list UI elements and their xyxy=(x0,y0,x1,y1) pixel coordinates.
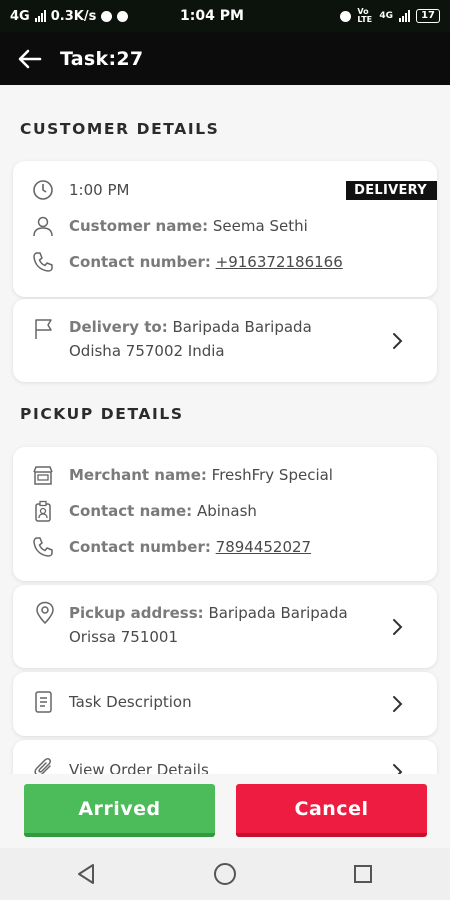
location-pin-icon xyxy=(33,601,57,629)
circle-home-icon xyxy=(214,863,236,885)
contact-name-value: Abinash xyxy=(196,502,257,520)
pickup-address: Pickup address: Baripada Baripada Orissa… xyxy=(69,601,348,649)
network-speed: 0.3K/s xyxy=(50,8,97,24)
delivery-address: Delivery to: Baripada Baripada Odisha 75… xyxy=(69,315,312,363)
customer-name-row: Customer name: Seema Sethi xyxy=(31,214,308,238)
volte-label: Vo LTE xyxy=(357,7,373,24)
customer-contact-label: Contact number: xyxy=(69,253,211,271)
signal-icon-2 xyxy=(399,10,411,22)
pickup-address-line2: Orissa 751001 xyxy=(69,628,178,646)
app-bar: Task:27 xyxy=(0,32,450,85)
delivery-line1: Baripada Baripada xyxy=(172,318,312,336)
flag-icon xyxy=(33,317,57,345)
document-icon xyxy=(33,690,55,718)
customer-section-title: CUSTOMER DETAILS xyxy=(20,120,220,138)
pickup-contact-row: Contact number: 7894452027 xyxy=(31,535,311,559)
chevron-right-icon xyxy=(393,333,403,349)
delivery-line2: Odisha 757002 India xyxy=(69,342,225,360)
clock-icon xyxy=(31,178,55,202)
pickup-address-label: Pickup address: xyxy=(69,604,204,622)
nav-home-button[interactable] xyxy=(211,860,239,888)
view-order-details-card[interactable]: View Order Details xyxy=(13,740,437,774)
cancel-button[interactable]: Cancel xyxy=(236,784,427,837)
triangle-back-icon xyxy=(78,864,94,884)
battery-icon: 17 xyxy=(416,9,440,23)
task-description-card[interactable]: Task Description xyxy=(13,672,437,736)
phone-icon xyxy=(31,250,55,274)
pickup-contact-label: Contact number: xyxy=(69,538,211,556)
delivery-badge: DELIVERY xyxy=(346,181,437,200)
customer-name-label: Customer name: xyxy=(69,217,209,235)
paperclip-icon xyxy=(33,756,55,774)
pickup-address-card[interactable]: Pickup address: Baripada Baripada Orissa… xyxy=(13,585,437,668)
info-icon xyxy=(117,10,129,22)
task-time: 1:00 PM xyxy=(69,181,130,199)
alarm-icon xyxy=(340,10,352,22)
merchant-value: FreshFry Special xyxy=(211,466,333,484)
merchant-row: Merchant name: FreshFry Special xyxy=(31,463,333,487)
chevron-right-icon xyxy=(393,764,403,774)
arrow-left-icon xyxy=(18,49,42,68)
network-type: 4G xyxy=(10,8,30,24)
task-details-content[interactable]: CUSTOMER DETAILS DELIVERY 1:00 PM Custom… xyxy=(0,85,450,774)
person-icon xyxy=(31,214,55,238)
status-time: 1:04 PM xyxy=(180,8,244,24)
contact-name-label: Contact name: xyxy=(69,502,193,520)
pickup-card: Merchant name: FreshFry Special Contact … xyxy=(13,447,437,581)
net-4g-label: 4G xyxy=(379,11,394,21)
pickup-address-line1: Baripada Baripada xyxy=(208,604,348,622)
chevron-right-icon xyxy=(393,696,403,712)
task-description-label: Task Description xyxy=(69,693,192,711)
pickup-phone-link[interactable]: 7894452027 xyxy=(216,538,311,556)
contact-name-row: Contact name: Abinash xyxy=(31,499,257,523)
pickup-section-title: PICKUP DETAILS xyxy=(20,405,184,423)
store-icon xyxy=(31,463,55,487)
id-badge-icon xyxy=(31,499,55,523)
view-order-details-label: View Order Details xyxy=(69,761,209,774)
customer-contact-row: Contact number: +916372186166 xyxy=(31,250,343,274)
delivery-address-card[interactable]: Delivery to: Baripada Baripada Odisha 75… xyxy=(13,299,437,382)
nav-back-button[interactable] xyxy=(72,860,100,888)
square-recents-icon xyxy=(354,865,372,883)
merchant-label: Merchant name: xyxy=(69,466,207,484)
task-time-row: 1:00 PM xyxy=(31,178,129,202)
customer-name-value: Seema Sethi xyxy=(212,217,308,235)
chevron-right-icon xyxy=(393,619,403,635)
system-nav-bar xyxy=(0,848,450,900)
customer-phone-link[interactable]: +916372186166 xyxy=(216,253,343,271)
signal-icon xyxy=(34,10,46,22)
delivery-label: Delivery to: xyxy=(69,318,168,336)
check-icon xyxy=(101,10,113,22)
page-title: Task:27 xyxy=(60,47,144,70)
action-bar: Arrived Cancel xyxy=(0,774,450,848)
nav-recents-button[interactable] xyxy=(349,860,377,888)
status-bar: 4G 0.3K/s 1:04 PM Vo LTE 4G 17 xyxy=(0,0,450,32)
arrived-button[interactable]: Arrived xyxy=(24,784,215,837)
back-button[interactable] xyxy=(0,32,60,85)
phone-icon xyxy=(31,535,55,559)
customer-card: DELIVERY 1:00 PM Customer name: Seema Se… xyxy=(13,161,437,297)
